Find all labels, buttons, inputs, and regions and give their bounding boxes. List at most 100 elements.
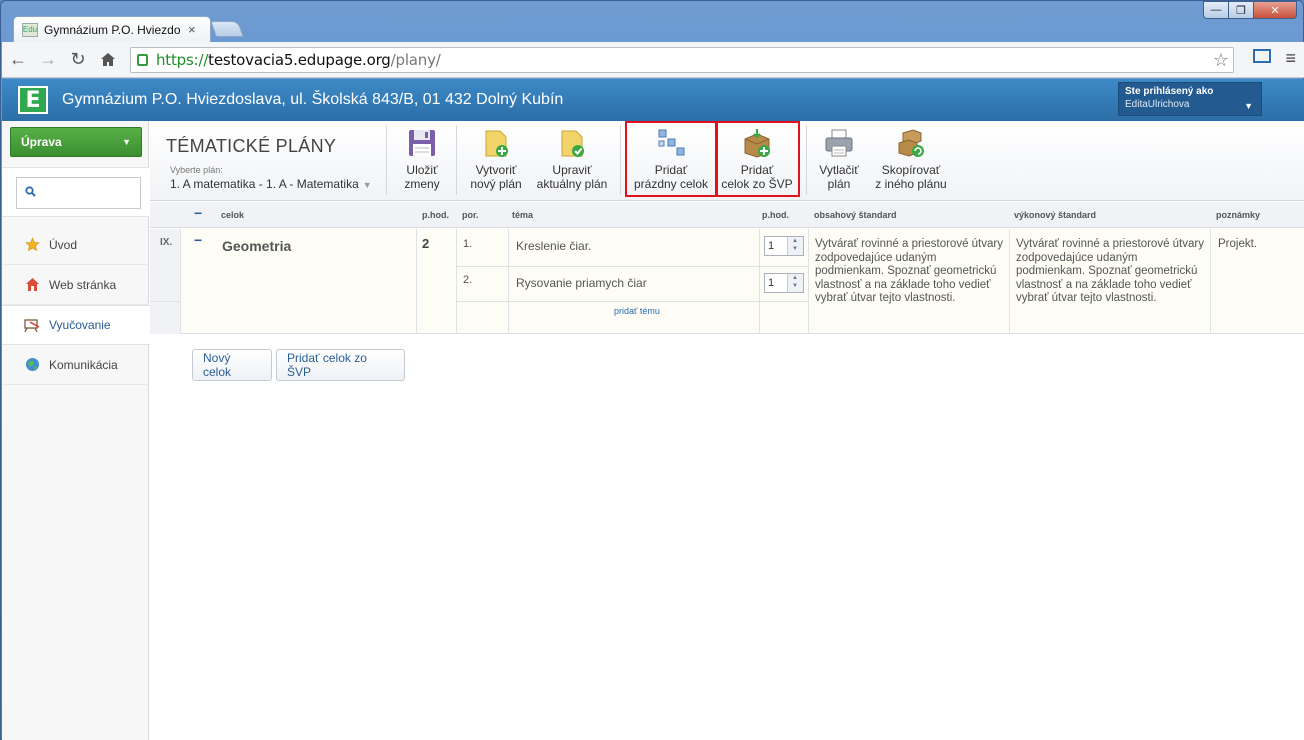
new-plan-label-1: Vytvoriť	[475, 163, 517, 177]
row-divider	[456, 266, 809, 267]
column-divider	[808, 229, 809, 334]
search-input[interactable]	[40, 186, 130, 200]
table-row: IX. − Geometria 2 1. Kreslenie čiar. 1 ▲…	[150, 229, 1304, 334]
topic-hours-stepper[interactable]: 1 ▲ ▼	[764, 236, 804, 256]
topic-hours-value: 1	[768, 277, 775, 289]
edit-document-icon	[556, 127, 588, 159]
collapse-row-icon[interactable]: −	[194, 232, 202, 248]
maximize-button[interactable]: ❐	[1228, 1, 1254, 19]
user-label: Ste prihlásený ako	[1125, 86, 1214, 97]
menu-icon[interactable]: ≡	[1285, 48, 1296, 69]
col-header-poznamky: poznámky	[1216, 210, 1261, 220]
ribbon-divider	[620, 125, 621, 195]
browser-toolbar: ← → ↻ https://testovacia5.edupage.org/pl…	[2, 42, 1304, 78]
bookmark-star-icon[interactable]: ☆	[1213, 50, 1229, 71]
sidebar-item-label: Vyučovanie	[49, 318, 111, 332]
lock-icon	[137, 54, 148, 66]
save-label-2: zmeny	[404, 177, 440, 191]
edit-plan-button[interactable]: Upraviť aktuálny plán	[532, 127, 612, 195]
search-wrap	[2, 167, 149, 217]
plan-select-label: Vyberte plán:	[170, 165, 223, 175]
uprava-button[interactable]: Úprava ▼	[10, 127, 142, 157]
people-icon	[24, 357, 40, 373]
sidebar-item-label: Úvod	[49, 237, 78, 252]
new-document-icon	[480, 127, 512, 159]
uprava-label: Úprava	[21, 135, 62, 149]
fullscreen-icon[interactable]	[1253, 48, 1272, 69]
collapse-all-icon[interactable]: −	[194, 205, 202, 221]
stepper-arrows-icon[interactable]: ▲ ▼	[787, 237, 803, 255]
save-button[interactable]: Uložiť zmeny	[402, 127, 442, 195]
edupage-logo[interactable]: E	[18, 86, 48, 114]
ribbon-divider	[806, 125, 807, 195]
topic-hours-value: 1	[768, 240, 775, 252]
close-window-button[interactable]: ✕	[1253, 1, 1297, 19]
window-controls: — ❐ ✕	[1203, 1, 1297, 19]
star-icon	[24, 237, 40, 253]
print-label-2: plán	[827, 177, 851, 191]
sidebar-item-uvod[interactable]: Úvod	[2, 225, 149, 265]
column-divider	[759, 229, 760, 334]
column-divider	[508, 229, 509, 334]
column-divider	[456, 229, 457, 334]
tab-strip: Edu Gymnázium P.O. Hviezdo × — ❐ ✕	[1, 1, 1303, 42]
browser-tab[interactable]: Edu Gymnázium P.O. Hviezdo ×	[13, 16, 211, 42]
edupage-favicon-icon: Edu	[22, 22, 38, 37]
topic-hours-stepper[interactable]: 1 ▲ ▼	[764, 273, 804, 293]
url-text: https://testovacia5.edupage.org/plany/	[156, 51, 441, 69]
back-arrow-icon[interactable]: ←	[4, 46, 32, 74]
add-celok-svp-footer-button[interactable]: Pridať celok zo ŠVP	[276, 349, 405, 381]
col-header-vykonovy: výkonový štandard	[1014, 210, 1097, 220]
new-tab-button[interactable]	[210, 21, 244, 37]
new-plan-button[interactable]: Vytvoriť nový plán	[466, 127, 526, 195]
print-button[interactable]: Vytlačiť plán	[816, 127, 862, 195]
search-icon	[25, 186, 36, 200]
plan-table-header: − celok p.hod. por. téma p.hod. obsahový…	[150, 202, 1304, 228]
sidebar: Úprava ▼ Úvod Web stránka Vyučovanie Kom…	[2, 121, 150, 740]
row-divider	[150, 301, 180, 302]
house-icon	[24, 277, 40, 293]
column-divider	[416, 229, 417, 334]
copy-plan-button[interactable]: Skopírovať z iného plánu	[870, 127, 952, 195]
col-header-phod: p.hod.	[422, 210, 449, 220]
user-menu[interactable]: Ste prihlásený ako EditaUlrichova ▼	[1118, 82, 1262, 116]
add-topic-link[interactable]: pridať tému	[614, 306, 660, 316]
obsahovy-standard: Vytvárať rovinné a priestorové útvary zo…	[815, 238, 1003, 304]
celok-name[interactable]: Geometria	[222, 238, 291, 254]
copy-label-2: z iného plánu	[875, 177, 947, 191]
forward-arrow-icon[interactable]: →	[34, 46, 62, 74]
topic-name[interactable]: Kreslenie čiar.	[516, 239, 591, 253]
tab-title: Gymnázium P.O. Hviezdo	[44, 22, 180, 37]
topic-order: 2.	[463, 274, 473, 286]
row-index: IX.	[150, 229, 180, 334]
page-content: E Gymnázium P.O. Hviezdoslava, ul. Škols…	[2, 79, 1304, 740]
sidebar-item-web-stranka[interactable]: Web stránka	[2, 265, 149, 305]
site-header: E Gymnázium P.O. Hviezdoslava, ul. Škols…	[2, 79, 1304, 121]
topic-name[interactable]: Rysovanie priamych čiar	[516, 276, 647, 290]
edit-plan-label-2: aktuálny plán	[536, 177, 608, 191]
address-bar[interactable]: https://testovacia5.edupage.org/plany/ ☆	[130, 47, 1234, 73]
save-label-1: Uložiť	[406, 163, 438, 177]
plan-select[interactable]: 1. A matematika - 1. A - Matematika ▼	[170, 177, 372, 191]
school-name: Gymnázium P.O. Hviezdoslava, ul. Školská…	[62, 91, 564, 108]
page-title: TÉMATICKÉ PLÁNY	[166, 136, 337, 156]
sidebar-item-label: Komunikácia	[49, 357, 118, 372]
topic-order: 1.	[463, 238, 473, 250]
column-divider	[1210, 229, 1211, 334]
highlight-box	[625, 121, 717, 197]
browser-window: Edu Gymnázium P.O. Hviezdo × — ❐ ✕ ← → ↻…	[0, 0, 1304, 740]
col-header-phod2: p.hod.	[762, 210, 789, 220]
search-box[interactable]	[16, 177, 141, 209]
print-label-1: Vytlačiť	[819, 163, 859, 177]
sidebar-item-komunikacia[interactable]: Komunikácia	[2, 345, 149, 385]
ribbon-toolbar: TÉMATICKÉ PLÁNY Vyberte plán: 1. A matem…	[150, 121, 1304, 201]
sidebar-item-vyucovanie[interactable]: Vyučovanie	[2, 305, 150, 345]
tab-close-icon[interactable]: ×	[188, 22, 196, 37]
minimize-button[interactable]: —	[1203, 1, 1229, 19]
chevron-down-icon: ▼	[1244, 101, 1253, 111]
stepper-arrows-icon[interactable]: ▲ ▼	[787, 274, 803, 292]
home-icon[interactable]	[94, 46, 122, 74]
new-celok-button[interactable]: Nový celok	[192, 349, 272, 381]
chalkboard-icon	[24, 317, 40, 333]
reload-icon[interactable]: ↻	[64, 46, 92, 74]
